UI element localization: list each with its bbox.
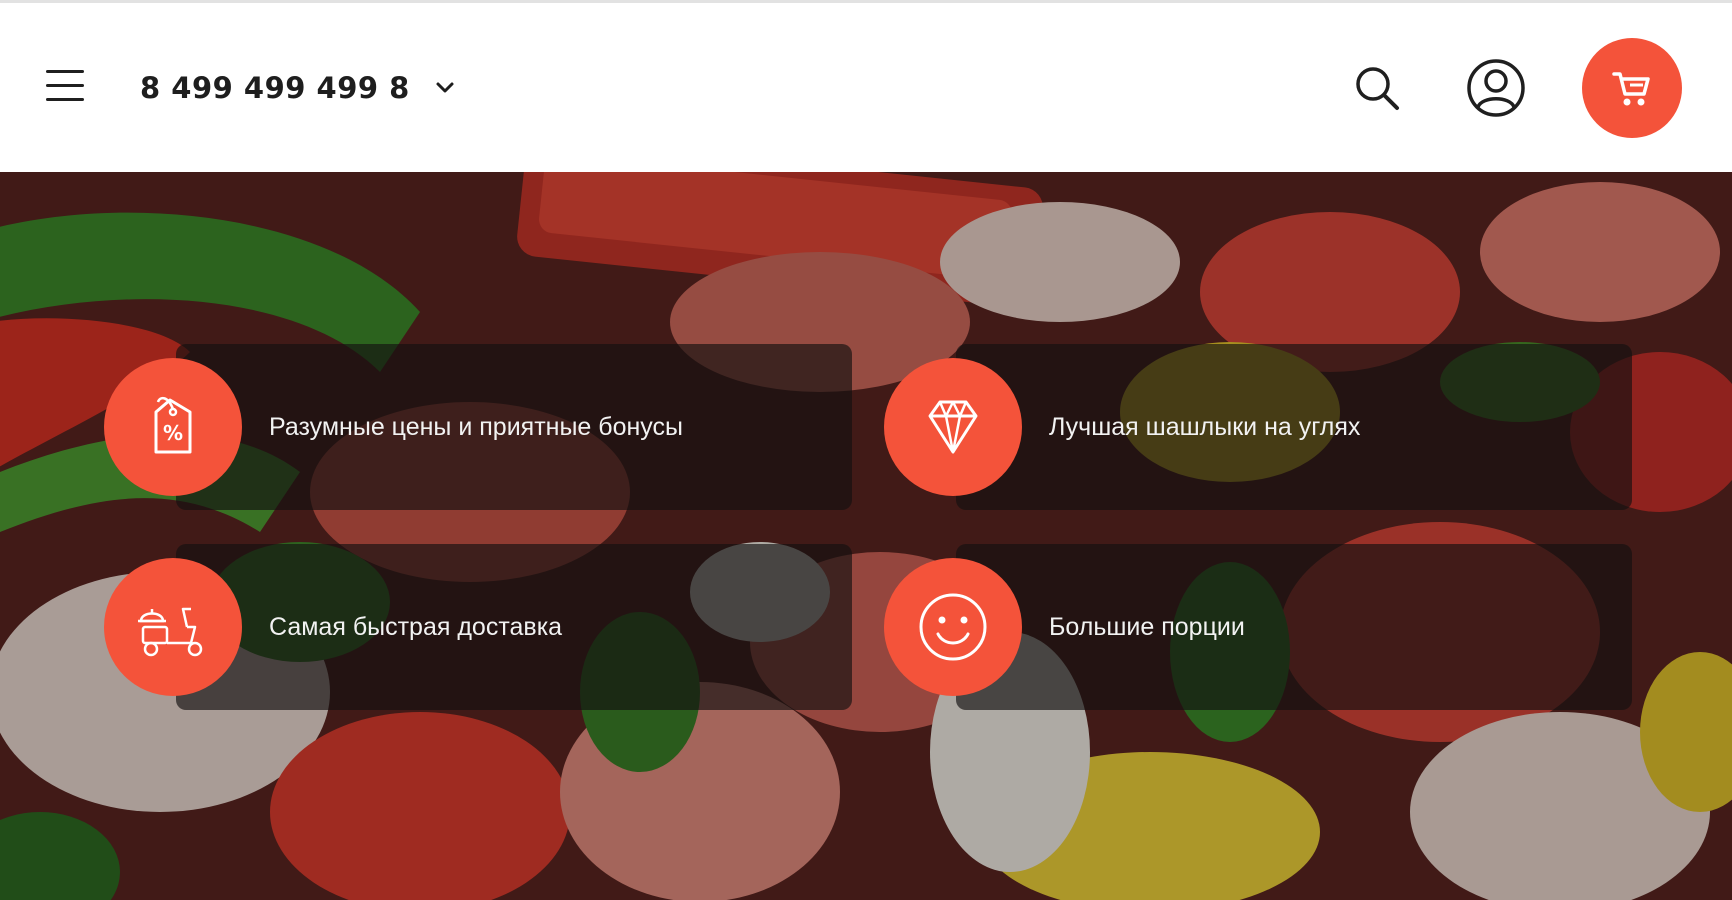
feature-card-delivery: Самая быстрая доставка bbox=[104, 544, 884, 710]
shopping-cart-icon bbox=[1612, 72, 1650, 106]
phone-number[interactable]: 8 499 499 499 8 bbox=[140, 71, 410, 105]
feature-label: Большие порции bbox=[1049, 612, 1245, 641]
site-header: 8 499 499 499 8 bbox=[0, 0, 1732, 172]
shopping-cart-button[interactable] bbox=[1582, 38, 1682, 138]
feature-card-prices: % Разумные цены и приятные бонусы bbox=[104, 344, 884, 510]
hamburger-menu-icon[interactable] bbox=[44, 67, 88, 107]
feature-label: Лучшая шашлыки на углях bbox=[1049, 412, 1361, 441]
feature-icon-circle bbox=[884, 358, 1022, 496]
feature-label: Самая быстрая доставка bbox=[269, 612, 563, 641]
phone-selector[interactable]: 8 499 499 499 8 bbox=[140, 65, 458, 111]
discount-tag-icon: % bbox=[154, 396, 192, 454]
delivery-scooter-icon bbox=[138, 607, 203, 657]
feature-label: Разумные цены и приятные бонусы bbox=[269, 412, 683, 441]
hero-overlay bbox=[0, 172, 1732, 900]
feature-icon-circle bbox=[884, 558, 1022, 696]
svg-text:%: % bbox=[163, 421, 183, 445]
search-icon[interactable] bbox=[1352, 63, 1402, 113]
feature-icon-circle: % bbox=[104, 358, 242, 496]
page: 8 499 499 499 8 % Разумные цены и приятн… bbox=[0, 0, 1732, 900]
feature-card-quality: Лучшая шашлыки на углях bbox=[884, 344, 1664, 510]
feature-icon-circle bbox=[104, 558, 242, 696]
user-account-icon[interactable] bbox=[1466, 58, 1526, 118]
smiley-face-icon bbox=[919, 593, 987, 661]
feature-card-portions: Большие порции bbox=[884, 544, 1664, 710]
chevron-down-icon bbox=[436, 82, 454, 93]
hero-banner: % Разумные цены и приятные бонусы Лучшая… bbox=[0, 172, 1732, 900]
diamond-icon bbox=[928, 400, 978, 454]
